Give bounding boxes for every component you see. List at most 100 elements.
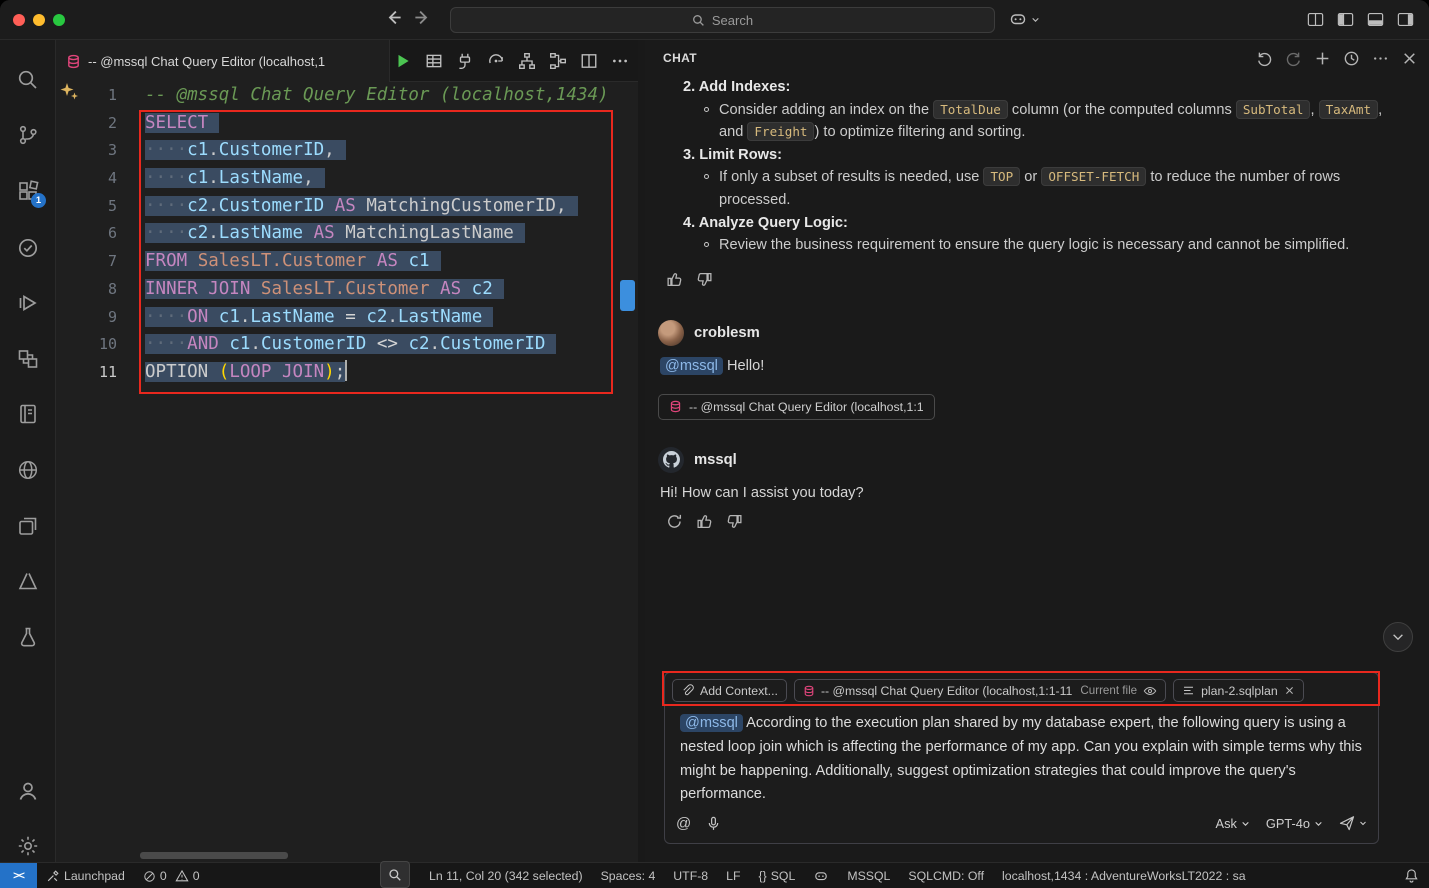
results-grid-icon[interactable] — [422, 49, 446, 73]
line-number[interactable]: 4 — [56, 165, 121, 193]
chat-history-button[interactable] — [1342, 49, 1361, 68]
line-number[interactable]: 2 — [56, 110, 121, 138]
run-query-button[interactable] — [391, 49, 415, 73]
source-control-icon[interactable] — [16, 123, 40, 147]
encoding-item[interactable]: UTF-8 — [664, 863, 717, 888]
remove-attachment-icon[interactable] — [1284, 685, 1295, 696]
azure-icon[interactable] — [16, 569, 40, 593]
thumbs-down-icon[interactable] — [696, 271, 713, 288]
mssql-flask-icon[interactable] — [16, 625, 40, 649]
minimize-window-button[interactable] — [33, 14, 45, 26]
line-number[interactable]: 9 — [56, 304, 121, 332]
regenerate-icon[interactable] — [666, 513, 683, 530]
eye-icon[interactable] — [1143, 684, 1157, 698]
line-number[interactable]: 11 — [56, 359, 121, 387]
model-dropdown[interactable]: GPT-4o — [1266, 816, 1323, 831]
launchpad-item[interactable]: Launchpad — [37, 863, 134, 888]
toggle-panel-icon[interactable] — [1366, 10, 1385, 29]
code-line-text[interactable]: FROM SalesLT.Customer AS c1 — [121, 248, 441, 276]
redo-icon[interactable] — [1284, 49, 1303, 68]
code-line-text[interactable]: OPTION (LOOP JOIN); — [121, 359, 347, 387]
toggle-sidebar-right-icon[interactable] — [1396, 10, 1415, 29]
mssql-mention-chip[interactable]: @mssql — [660, 357, 723, 375]
query-plan-icon[interactable] — [546, 49, 570, 73]
layout-columns-icon[interactable] — [1306, 10, 1325, 29]
close-window-button[interactable] — [13, 14, 25, 26]
back-button[interactable] — [384, 8, 403, 27]
remote-explorer-icon[interactable] — [16, 347, 40, 371]
code-line-text[interactable]: -- @mssql Chat Query Editor (localhost,1… — [121, 82, 609, 110]
send-button[interactable] — [1339, 815, 1367, 831]
toggle-sidebar-left-icon[interactable] — [1336, 10, 1355, 29]
code-line[interactable]: 1-- @mssql Chat Query Editor (localhost,… — [56, 82, 638, 110]
mode-dropdown[interactable]: Ask — [1216, 816, 1250, 831]
connection-item[interactable]: localhost,1434 : AdventureWorksLT2022 : … — [993, 863, 1255, 888]
line-number[interactable]: 5 — [56, 193, 121, 221]
more-actions-button[interactable] — [608, 49, 632, 73]
copilot-sparkle-icon[interactable] — [59, 81, 79, 101]
code-line-text[interactable]: INNER JOIN SalesLT.Customer AS c2 — [121, 276, 504, 304]
layers-icon[interactable] — [16, 514, 40, 538]
line-number[interactable]: 8 — [56, 276, 121, 304]
estimated-plan-icon[interactable] — [484, 49, 508, 73]
eol-item[interactable]: LF — [717, 863, 749, 888]
horizontal-scrollbar[interactable] — [140, 852, 288, 859]
code-line-text[interactable]: ····ON c1.LastName = c2.LastName — [121, 304, 493, 332]
search-view-icon[interactable] — [16, 68, 40, 92]
account-icon[interactable] — [16, 779, 40, 803]
notebook-icon[interactable] — [16, 402, 40, 426]
sqlcmd-item[interactable]: SQLCMD: Off — [899, 863, 993, 888]
schema-designer-icon[interactable] — [515, 49, 539, 73]
mssql-item[interactable]: MSSQL — [838, 863, 899, 888]
code-line-text[interactable]: ····c1.LastName, — [121, 165, 325, 193]
forward-button[interactable] — [413, 8, 432, 27]
zoom-indicator[interactable] — [380, 861, 410, 888]
command-center-search[interactable]: Search — [450, 7, 995, 33]
code-line[interactable]: 7FROM SalesLT.Customer AS c1 — [56, 248, 638, 276]
code-line[interactable]: 8INNER JOIN SalesLT.Customer AS c2 — [56, 276, 638, 304]
indentation-item[interactable]: Spaces: 4 — [592, 863, 665, 888]
line-number[interactable]: 7 — [56, 248, 121, 276]
chat-input-container[interactable]: Add Context... -- @mssql Chat Query Edit… — [664, 672, 1379, 844]
extensions-icon[interactable]: 1 — [16, 179, 40, 203]
context-file-chip[interactable]: -- @mssql Chat Query Editor (localhost,1… — [794, 679, 1166, 702]
undo-icon[interactable] — [1255, 49, 1274, 68]
cursor-position-item[interactable]: Ln 11, Col 20 (342 selected) — [420, 863, 592, 888]
code-line[interactable]: 11OPTION (LOOP JOIN); — [56, 359, 638, 387]
code-line[interactable]: 5····c2.CustomerID AS MatchingCustomerID… — [56, 193, 638, 221]
run-and-debug-icon[interactable] — [16, 291, 40, 315]
copilot-menu[interactable] — [1008, 9, 1040, 29]
code-line-text[interactable]: ····c1.CustomerID, — [121, 137, 346, 165]
code-line-text[interactable]: ····c2.CustomerID AS MatchingCustomerID, — [121, 193, 578, 221]
chat-more-button[interactable] — [1371, 49, 1390, 68]
new-chat-button[interactable] — [1313, 49, 1332, 68]
microphone-icon[interactable] — [706, 816, 721, 831]
settings-gear-icon[interactable] — [16, 834, 40, 858]
code-line-text[interactable]: ····AND c1.CustomerID <> c2.CustomerID — [121, 331, 556, 359]
problems-item[interactable]: 0 0 — [134, 863, 209, 888]
add-context-button[interactable]: Add Context... — [672, 679, 787, 702]
code-editor[interactable]: 1-- @mssql Chat Query Editor (localhost,… — [56, 82, 638, 862]
code-line[interactable]: 10····AND c1.CustomerID <> c2.CustomerID — [56, 331, 638, 359]
thumbs-down-icon[interactable] — [726, 513, 743, 530]
testing-icon[interactable] — [16, 236, 40, 260]
code-line[interactable]: 3····c1.CustomerID, — [56, 137, 638, 165]
context-plan-chip[interactable]: plan-2.sqlplan — [1173, 679, 1304, 702]
code-line[interactable]: 9····ON c1.LastName = c2.LastName — [56, 304, 638, 332]
minimap-selection-marker[interactable] — [620, 280, 635, 311]
chat-input-text[interactable]: @mssql According to the execution plan s… — [680, 712, 1364, 807]
copilot-status-icon[interactable] — [804, 863, 838, 888]
connection-icon[interactable] — [453, 49, 477, 73]
globe-icon[interactable] — [16, 458, 40, 482]
maximize-window-button[interactable] — [53, 14, 65, 26]
tab-chat-query-editor[interactable]: -- @mssql Chat Query Editor (localhost,1 — [56, 40, 390, 82]
attached-file-pill[interactable]: -- @mssql Chat Query Editor (localhost,1… — [658, 394, 935, 420]
code-line[interactable]: 6····c2.LastName AS MatchingLastName — [56, 220, 638, 248]
code-line[interactable]: 2SELECT — [56, 110, 638, 138]
mention-button[interactable]: @ — [676, 815, 691, 832]
line-number[interactable]: 10 — [56, 331, 121, 359]
split-editor-button[interactable] — [577, 49, 601, 73]
language-mode-item[interactable]: {} SQL — [750, 863, 805, 888]
code-line-text[interactable]: SELECT — [121, 110, 219, 138]
code-line-text[interactable]: ····c2.LastName AS MatchingLastName — [121, 220, 525, 248]
